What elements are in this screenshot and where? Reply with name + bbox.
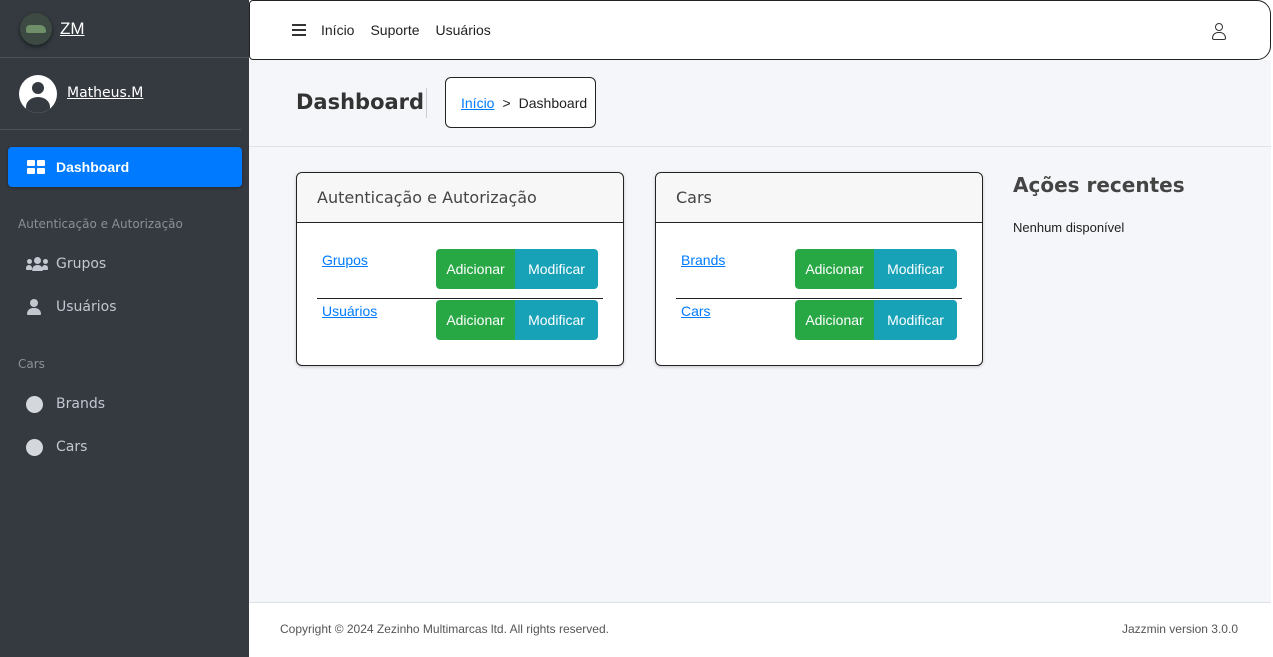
circle-icon xyxy=(26,438,43,456)
breadcrumb-separator: > xyxy=(502,94,511,111)
user-outline-icon[interactable] xyxy=(1211,23,1227,40)
model-actions: Adicionar Modificar xyxy=(436,249,598,289)
user-circle-icon xyxy=(19,74,57,113)
circle-icon xyxy=(26,395,43,413)
model-row: Grupos Adicionar Modificar xyxy=(317,249,603,299)
model-link-cars[interactable]: Cars xyxy=(681,303,711,319)
model-actions: Adicionar Modificar xyxy=(795,249,957,289)
nav-link-suporte[interactable]: Suporte xyxy=(370,22,419,38)
add-button[interactable]: Adicionar xyxy=(795,249,874,289)
sidebar: ZM Matheus.M Dashboard Autenticação e Au… xyxy=(0,0,249,657)
change-button[interactable]: Modificar xyxy=(515,300,598,340)
sidebar-item-label: Grupos xyxy=(56,256,107,272)
add-button[interactable]: Adicionar xyxy=(795,300,874,340)
sidebar-item-grupos[interactable]: Grupos xyxy=(26,252,106,276)
card-title: Cars xyxy=(656,173,982,223)
model-link-grupos[interactable]: Grupos xyxy=(322,252,368,268)
nav-link-usuarios[interactable]: Usuários xyxy=(436,22,491,38)
recent-actions-empty: Nenhum disponível xyxy=(1013,220,1125,235)
model-row: Brands Adicionar Modificar xyxy=(676,249,962,299)
brand-name[interactable]: ZM xyxy=(60,19,85,39)
sidebar-header-auth: Autenticação e Autorização xyxy=(18,217,183,231)
model-row: Usuários Adicionar Modificar xyxy=(317,300,603,350)
sidebar-item-label: Brands xyxy=(56,396,105,412)
brand-link[interactable]: ZM xyxy=(0,0,249,58)
model-link-usuarios[interactable]: Usuários xyxy=(322,303,377,319)
sidebar-item-cars[interactable]: Cars xyxy=(26,435,87,459)
user-icon xyxy=(26,299,42,315)
sidebar-header-cars: Cars xyxy=(18,357,45,371)
change-button[interactable]: Modificar xyxy=(874,249,957,289)
users-icon xyxy=(26,257,48,271)
sidebar-item-label: Usuários xyxy=(56,299,117,315)
sidebar-item-dashboard[interactable]: Dashboard xyxy=(8,147,242,187)
title-divider xyxy=(426,88,427,118)
model-row: Cars Adicionar Modificar xyxy=(676,300,962,350)
model-actions: Adicionar Modificar xyxy=(436,300,598,340)
change-button[interactable]: Modificar xyxy=(515,249,598,289)
footer-copyright: Copyright © 2024 Zezinho Multimarcas ltd… xyxy=(280,622,609,636)
sidebar-item-label: Cars xyxy=(56,439,88,455)
card-title: Autenticação e Autorização xyxy=(297,173,623,223)
model-actions: Adicionar Modificar xyxy=(795,300,957,340)
user-panel: Matheus.M xyxy=(0,58,241,130)
user-name-link[interactable]: Matheus.M xyxy=(67,85,143,101)
hamburger-icon[interactable] xyxy=(292,24,306,36)
footer-version: Jazzmin version 3.0.0 xyxy=(1121,622,1238,636)
nav-link-inicio[interactable]: Início xyxy=(321,22,354,38)
sidebar-item-label: Dashboard xyxy=(56,159,130,175)
car-logo-icon xyxy=(20,12,52,45)
breadcrumb-current: Dashboard xyxy=(518,94,588,111)
sidebar-item-usuarios[interactable]: Usuários xyxy=(26,295,117,319)
recent-actions-title: Ações recentes xyxy=(1013,173,1185,197)
footer: Copyright © 2024 Zezinho Multimarcas ltd… xyxy=(249,602,1271,655)
breadcrumb-home-link[interactable]: Início xyxy=(461,95,494,111)
breadcrumb: Início > Dashboard xyxy=(445,77,596,128)
main-content: Dashboard Início > Dashboard Autenticaçã… xyxy=(249,60,1271,602)
add-button[interactable]: Adicionar xyxy=(436,249,515,289)
app-card-auth: Autenticação e Autorização Grupos Adicio… xyxy=(296,172,624,366)
change-button[interactable]: Modificar xyxy=(874,300,957,340)
model-link-brands[interactable]: Brands xyxy=(681,252,725,268)
top-navbar: Início Suporte Usuários xyxy=(249,0,1271,60)
add-button[interactable]: Adicionar xyxy=(436,300,515,340)
app-card-cars: Cars Brands Adicionar Modificar Cars Adi… xyxy=(655,172,983,366)
sidebar-item-brands[interactable]: Brands xyxy=(26,392,105,416)
grid-icon xyxy=(27,159,45,175)
page-title: Dashboard xyxy=(296,90,425,114)
content-header: Dashboard Início > Dashboard xyxy=(249,60,1271,147)
